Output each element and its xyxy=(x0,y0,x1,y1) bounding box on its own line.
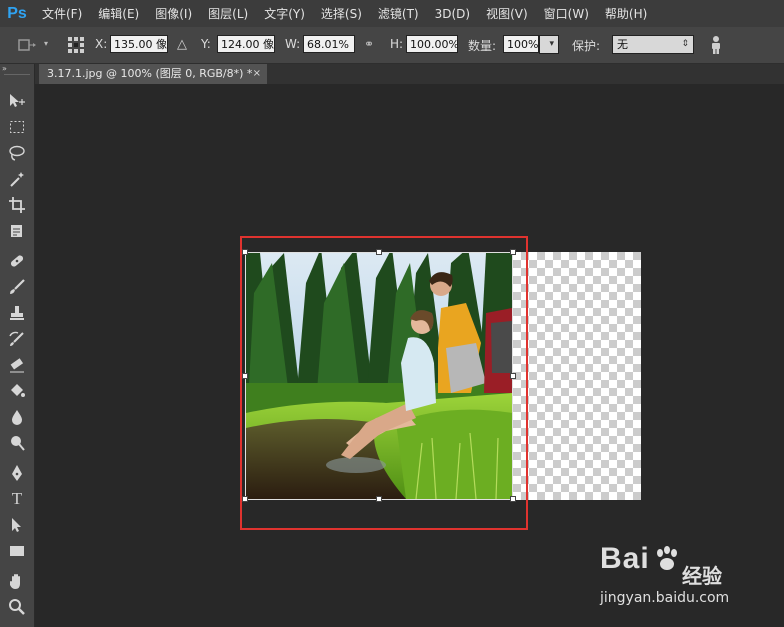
document-tab[interactable]: 3.17.1.jpg @ 100% (图层 0, RGB/8*) * × xyxy=(39,64,267,84)
eraser-tool-icon[interactable] xyxy=(4,354,30,376)
hand-tool-icon[interactable] xyxy=(4,570,30,592)
menu-layer[interactable]: 图层(L) xyxy=(200,5,256,22)
height-field[interactable]: 100.00% xyxy=(406,35,458,53)
h-label: H: xyxy=(390,37,404,51)
watermark-suffix: 经验 xyxy=(682,564,722,588)
history-brush-icon[interactable] xyxy=(4,328,30,350)
paint-bucket-icon[interactable] xyxy=(4,380,30,402)
protect-value: 无 xyxy=(617,38,628,51)
marquee-tool-icon[interactable] xyxy=(4,116,30,138)
transform-handle-bottom-left[interactable] xyxy=(242,496,248,502)
lasso-tool-icon[interactable] xyxy=(4,142,30,164)
document-tab-bar: 3.17.1.jpg @ 100% (图层 0, RGB/8*) * × xyxy=(35,64,784,84)
transform-handle-top[interactable] xyxy=(376,249,382,255)
clone-stamp-icon[interactable] xyxy=(4,302,30,324)
reference-point-icon[interactable] xyxy=(67,36,85,57)
paw-icon xyxy=(652,544,682,577)
highlight-rectangle xyxy=(240,236,528,530)
collapse-arrows-icon[interactable]: » xyxy=(0,64,34,74)
panel-grip[interactable] xyxy=(4,74,30,79)
menu-view[interactable]: 视图(V) xyxy=(478,5,536,22)
y-label: Y: xyxy=(201,37,211,51)
menu-3d[interactable]: 3D(D) xyxy=(427,7,478,21)
menu-bar: Ps 文件(F) 编辑(E) 图像(I) 图层(L) 文字(Y) 选择(S) 滤… xyxy=(0,0,784,27)
protect-select[interactable]: 无 ⇕ xyxy=(612,35,694,54)
blur-tool-icon[interactable] xyxy=(4,406,30,428)
menu-image[interactable]: 图像(I) xyxy=(147,5,200,22)
transform-tool-icon[interactable] xyxy=(16,37,38,56)
magic-wand-icon[interactable] xyxy=(4,168,30,190)
x-field[interactable]: 135.00 像 xyxy=(110,35,168,53)
tools-panel: » T xyxy=(0,64,35,627)
x-label: X: xyxy=(95,37,108,51)
menu-window[interactable]: 窗口(W) xyxy=(536,5,597,22)
protect-label: 保护: xyxy=(572,39,601,53)
amount-field[interactable]: 100% xyxy=(503,35,539,53)
move-tool-icon[interactable] xyxy=(4,90,30,112)
crop-tool-icon[interactable] xyxy=(4,194,30,216)
transform-handle-top-right[interactable] xyxy=(510,249,516,255)
pen-tool-icon[interactable] xyxy=(4,462,30,484)
select-arrows-icon: ⇕ xyxy=(681,39,689,49)
app-logo[interactable]: Ps xyxy=(0,5,34,23)
puppet-person-icon[interactable] xyxy=(709,35,723,58)
healing-brush-icon[interactable] xyxy=(4,250,30,272)
tool-preset-chevron-icon[interactable]: ▾ xyxy=(44,39,48,48)
menu-type[interactable]: 文字(Y) xyxy=(256,5,313,22)
document-tab-title: 3.17.1.jpg @ 100% (图层 0, RGB/8*) * xyxy=(47,67,253,80)
brush-tool-icon[interactable] xyxy=(4,276,30,298)
chevron-down-icon: ▾ xyxy=(549,39,554,49)
close-icon[interactable]: × xyxy=(253,64,261,84)
transform-handle-top-left[interactable] xyxy=(242,249,248,255)
w-label: W: xyxy=(285,37,301,51)
amount-label: 数量: xyxy=(468,39,497,53)
eyedropper-tool-icon[interactable] xyxy=(4,220,30,242)
type-tool-icon[interactable]: T xyxy=(4,488,30,510)
watermark: Bai 经验 jingyan.baidu.com xyxy=(600,542,780,612)
transform-handle-left[interactable] xyxy=(242,373,248,379)
watermark-brand: Bai xyxy=(600,542,650,575)
options-bar: ▾ X: 135.00 像 △ Y: 124.00 像 W: 68.01% ⚭ … xyxy=(0,27,784,64)
rectangle-shape-icon[interactable] xyxy=(4,540,30,562)
menu-file[interactable]: 文件(F) xyxy=(34,5,90,22)
menu-filter[interactable]: 滤镜(T) xyxy=(370,5,427,22)
link-icon[interactable]: ⚭ xyxy=(364,37,374,51)
delta-icon[interactable]: △ xyxy=(177,37,187,52)
watermark-url: jingyan.baidu.com xyxy=(600,590,730,606)
amount-dropdown[interactable]: ▾ xyxy=(539,35,559,54)
menu-help[interactable]: 帮助(H) xyxy=(597,5,655,22)
menu-edit[interactable]: 编辑(E) xyxy=(90,5,147,22)
dodge-tool-icon[interactable] xyxy=(4,432,30,454)
path-selection-icon[interactable] xyxy=(4,514,30,536)
zoom-tool-icon[interactable] xyxy=(4,596,30,618)
menu-select[interactable]: 选择(S) xyxy=(313,5,370,22)
transform-handle-right[interactable] xyxy=(510,373,516,379)
transform-handle-bottom[interactable] xyxy=(376,496,382,502)
y-field[interactable]: 124.00 像 xyxy=(217,35,275,53)
width-field[interactable]: 68.01% xyxy=(303,35,355,53)
transform-handle-bottom-right[interactable] xyxy=(510,496,516,502)
transparent-canvas-region[interactable] xyxy=(513,252,641,500)
